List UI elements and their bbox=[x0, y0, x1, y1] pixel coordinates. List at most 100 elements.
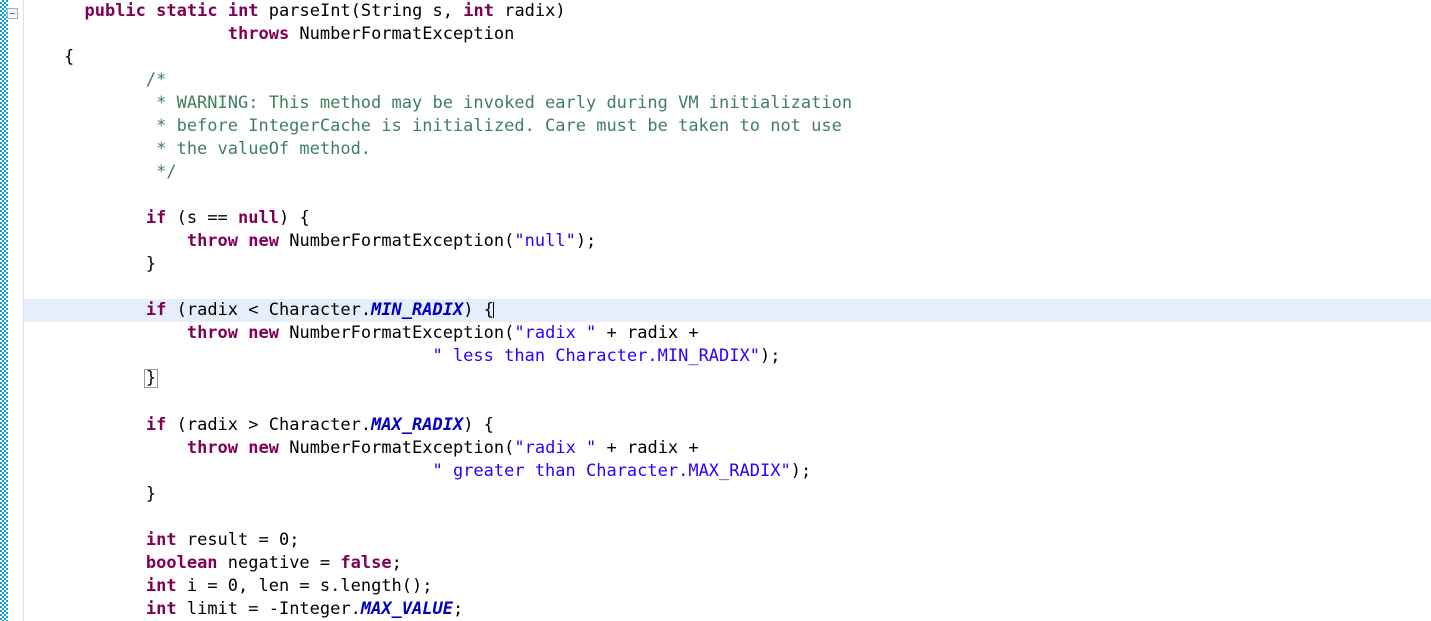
code-line[interactable] bbox=[24, 276, 1431, 299]
code-token-kw: new bbox=[248, 231, 279, 251]
code-line[interactable]: throw new NumberFormatException("radix "… bbox=[24, 437, 1431, 460]
collapse-fold-icon[interactable] bbox=[7, 8, 18, 19]
code-token-plain: ) { bbox=[463, 415, 494, 435]
code-token-plain: NumberFormatException( bbox=[278, 323, 515, 343]
code-token-plain: ) { bbox=[463, 300, 494, 320]
code-token-sfield: MAX_RADIX bbox=[371, 415, 464, 435]
code-token-plain: (radix > Character. bbox=[166, 415, 372, 435]
code-token-plain: } bbox=[64, 484, 157, 504]
code-line[interactable]: boolean negative = false; bbox=[24, 552, 1431, 575]
code-line[interactable]: " greater than Character.MAX_RADIX"); bbox=[24, 460, 1431, 483]
code-token-plain: ; bbox=[452, 599, 464, 619]
code-token-plain: radix) bbox=[493, 1, 566, 21]
code-line[interactable]: int limit = -Integer.MAX_VALUE; bbox=[24, 598, 1431, 621]
code-token-kw: new bbox=[248, 438, 279, 458]
code-token-kw: null bbox=[238, 208, 279, 228]
code-token-kw: int bbox=[145, 576, 177, 596]
code-token-sfield: MAX_VALUE bbox=[360, 599, 453, 619]
code-token-kw: throws bbox=[227, 24, 290, 44]
code-token-kw: if bbox=[145, 415, 167, 435]
code-line[interactable] bbox=[24, 184, 1431, 207]
code-token-cmt: /* bbox=[64, 70, 167, 90]
code-token-plain: NumberFormatException( bbox=[278, 231, 515, 251]
code-token-cmt: * the valueOf method. bbox=[64, 139, 372, 159]
code-line[interactable]: if (radix > Character.MAX_RADIX) { bbox=[24, 414, 1431, 437]
code-line[interactable]: if (s == null) { bbox=[24, 207, 1431, 230]
code-token-kw: throw bbox=[186, 231, 239, 251]
code-token-plain: parseInt(String s, bbox=[258, 1, 464, 21]
code-token-kw: int bbox=[463, 1, 494, 21]
code-line[interactable]: throws NumberFormatException bbox=[24, 23, 1431, 46]
code-text-area[interactable]: public static int parseInt(String s, int… bbox=[24, 0, 1431, 621]
gutter-separator bbox=[23, 0, 24, 621]
code-token-kw: false bbox=[340, 553, 392, 573]
code-line[interactable]: /* bbox=[24, 69, 1431, 92]
code-token-kw: throw bbox=[186, 323, 239, 343]
code-line[interactable]: " less than Character.MIN_RADIX"); bbox=[24, 345, 1431, 368]
code-token-plain: limit = -Integer. bbox=[176, 599, 361, 619]
code-token-plain: (s == bbox=[166, 208, 239, 228]
code-editor[interactable]: public static int parseInt(String s, int… bbox=[0, 0, 1431, 621]
code-token-plain: } bbox=[64, 254, 157, 274]
code-line-current[interactable]: if (radix < Character.MIN_RADIX) { bbox=[24, 299, 1431, 322]
code-token-kw: public bbox=[84, 1, 146, 21]
code-token-str: " greater than Character.MAX_RADIX" bbox=[432, 461, 791, 481]
code-line[interactable]: */ bbox=[24, 161, 1431, 184]
code-line[interactable]: } bbox=[24, 483, 1431, 506]
code-token-plain: (radix < Character. bbox=[166, 300, 372, 320]
code-line[interactable]: int i = 0, len = s.length(); bbox=[24, 575, 1431, 598]
code-token-cmt: * WARNING: This method may be invoked ea… bbox=[64, 93, 853, 113]
code-token-plain: ) { bbox=[278, 208, 310, 228]
editor-folding-gutter[interactable] bbox=[0, 0, 24, 621]
code-token-plain: i = 0, len = s.length(); bbox=[176, 576, 433, 596]
matching-brace-highlight: } bbox=[143, 368, 159, 388]
code-token-cmt: * before IntegerCache is initialized. Ca… bbox=[64, 116, 842, 136]
code-token-plain: negative = bbox=[217, 553, 341, 573]
code-token-str: " less than Character.MIN_RADIX" bbox=[432, 346, 760, 366]
code-line[interactable] bbox=[24, 506, 1431, 529]
code-line[interactable]: public static int parseInt(String s, int… bbox=[24, 0, 1431, 23]
code-line[interactable]: throw new NumberFormatException("radix "… bbox=[24, 322, 1431, 345]
code-token-kw: if bbox=[145, 300, 167, 320]
code-token-plain: + radix + bbox=[596, 438, 699, 458]
code-token-plain: ); bbox=[790, 461, 812, 481]
code-line[interactable]: * WARNING: This method may be invoked ea… bbox=[24, 92, 1431, 115]
code-token-plain: ; bbox=[391, 553, 402, 573]
code-token-sfield: MIN_RADIX bbox=[371, 300, 464, 320]
code-line[interactable]: } bbox=[24, 253, 1431, 276]
code-token-str: "radix " bbox=[514, 323, 597, 343]
code-line[interactable]: * the valueOf method. bbox=[24, 138, 1431, 161]
code-line[interactable]: * before IntegerCache is initialized. Ca… bbox=[24, 115, 1431, 138]
code-token-plain: { bbox=[64, 47, 75, 67]
code-token-kw: static bbox=[156, 1, 218, 21]
code-line[interactable]: throw new NumberFormatException("null"); bbox=[24, 230, 1431, 253]
gutter-change-stripe bbox=[0, 0, 8, 621]
code-line[interactable]: { bbox=[24, 46, 1431, 69]
code-token-kw: throw bbox=[186, 438, 239, 458]
code-token-plain: ); bbox=[575, 231, 597, 251]
code-token-plain: NumberFormatException bbox=[289, 24, 515, 44]
code-line[interactable] bbox=[24, 391, 1431, 414]
text-caret bbox=[492, 302, 494, 318]
code-line[interactable]: } bbox=[24, 368, 1431, 391]
code-token-plain: NumberFormatException( bbox=[278, 438, 515, 458]
code-token-plain: + radix + bbox=[596, 323, 699, 343]
code-line[interactable]: int result = 0; bbox=[24, 529, 1431, 552]
code-token-kw: boolean bbox=[145, 553, 218, 573]
